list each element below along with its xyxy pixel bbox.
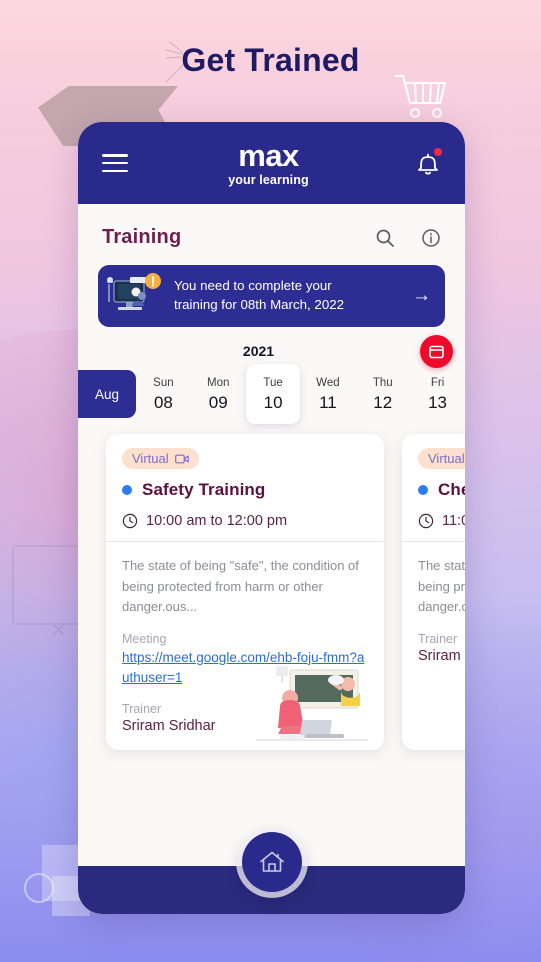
desk-workstation-illustration — [106, 272, 164, 320]
training-time: 11:00 am to 01:00 pm — [442, 513, 465, 529]
training-card[interactable]: Virtual Safety Training 10:00 am to 12:0… — [106, 434, 384, 751]
training-time-row: 11:00 am to 01:00 pm — [418, 513, 465, 529]
day-of-week: Thu — [372, 376, 393, 389]
search-icon[interactable] — [375, 228, 395, 248]
badge-label: Virtual — [428, 451, 465, 466]
status-dot-icon — [418, 485, 428, 495]
alert-text: You need to complete your training for 0… — [164, 277, 409, 315]
arrow-right-icon[interactable]: → — [409, 285, 431, 307]
training-title-row: Safety Training — [122, 480, 368, 500]
training-alert-banner[interactable]: You need to complete your training for 0… — [98, 265, 445, 327]
phone-frame: max your learning Training You need to c… — [78, 122, 465, 914]
status-badge: Virtual — [122, 448, 199, 469]
brand-name: max — [238, 137, 299, 173]
calendar-year: 2021 — [242, 343, 275, 359]
training-card-header: Virtual Chemical Safety — [402, 434, 465, 541]
day-number: 11 — [319, 393, 337, 412]
day-of-week: Mon — [207, 376, 230, 389]
badge-label: Virtual — [132, 451, 169, 466]
calendar-icon[interactable] — [420, 335, 453, 368]
trainer-label: Trainer — [418, 631, 458, 646]
calendar-day[interactable]: Mon 09 — [191, 370, 246, 418]
home-icon[interactable] — [241, 832, 302, 892]
calendar-day[interactable]: Thu 12 — [355, 370, 410, 418]
day-number: 08 — [153, 393, 173, 412]
month-chip[interactable]: Aug — [78, 370, 136, 418]
info-icon[interactable] — [421, 228, 441, 248]
training-time: 10:00 am to 12:00 pm — [146, 513, 288, 529]
calendar-day[interactable]: Fri 13 — [410, 370, 465, 418]
day-number: 09 — [208, 393, 228, 412]
training-description: The state of being "safe", the condition… — [418, 558, 465, 615]
shopping-cart-icon — [395, 75, 446, 118]
section-header: Training — [78, 204, 465, 263]
day-number: 13 — [428, 393, 448, 412]
training-card[interactable]: Virtual Chemical Safety — [402, 434, 465, 751]
day-list: Sun 08 Mon 09 Tue 10 Wed 11 Thu 12 Fri 1… — [136, 364, 465, 424]
classroom-learning-illustration — [256, 666, 368, 741]
day-of-week: Wed — [316, 376, 340, 389]
day-number: 10 — [263, 393, 283, 412]
calendar-day-selected[interactable]: Tue 10 — [245, 364, 301, 424]
day-of-week: Tue — [263, 376, 283, 389]
clock-icon — [122, 513, 138, 529]
meeting-label: Meeting — [122, 631, 167, 646]
calendar-days-strip: Aug Sun 08 Mon 09 Tue 10 Wed 11 Thu 12 F… — [78, 364, 465, 424]
calendar-day[interactable]: Wed 11 — [300, 370, 355, 418]
training-card-list: Virtual Safety Training 10:00 am to 12:0… — [78, 434, 465, 751]
hamburger-menu-icon[interactable] — [102, 154, 128, 172]
bell-icon[interactable] — [415, 148, 442, 177]
training-card-header: Virtual Safety Training 10:00 am to 12:0… — [106, 434, 384, 541]
day-of-week: Sun — [153, 376, 174, 389]
training-title: Safety Training — [142, 480, 266, 499]
screenshot-root: ✕ Get Trained max your learning Training… — [0, 0, 541, 962]
training-description: The state of being "safe", the condition… — [122, 558, 359, 615]
background-ghost-x: ✕ — [50, 620, 67, 642]
video-camera-icon — [174, 454, 189, 463]
notification-dot — [433, 148, 442, 156]
brand-logo: max your learning — [228, 140, 308, 187]
brand-tagline: your learning — [228, 172, 309, 187]
app-bar: max your learning — [78, 122, 465, 204]
page-section-title: Training — [102, 226, 182, 248]
day-number: 12 — [373, 393, 393, 412]
training-title: Chemical Safety — [438, 480, 465, 499]
clock-icon — [418, 513, 434, 529]
page-title: Get Trained — [181, 42, 360, 78]
trainer-name: Sriram Sridhar — [418, 647, 465, 664]
section-action-icons — [375, 228, 441, 248]
day-of-week: Fri — [430, 376, 445, 389]
training-time-row: 10:00 am to 12:00 pm — [122, 513, 368, 529]
calendar-day[interactable]: Sun 08 — [136, 370, 191, 418]
training-card-body: The state of being "safe", the condition… — [106, 542, 384, 750]
status-badge: Virtual — [418, 448, 465, 469]
status-dot-icon — [122, 485, 132, 495]
alert-line-1: You need to complete your — [174, 278, 332, 294]
background-ghost-circle — [24, 873, 54, 903]
training-title-row: Chemical Safety — [418, 480, 465, 500]
calendar-strip: 2021 Aug Sun 08 Mon 09 Tue 10 Wed 11 Thu… — [78, 335, 465, 424]
alert-line-2: training for 08th March, 2022 — [174, 297, 345, 312]
training-card-body: The state of being "safe", the condition… — [402, 542, 465, 722]
